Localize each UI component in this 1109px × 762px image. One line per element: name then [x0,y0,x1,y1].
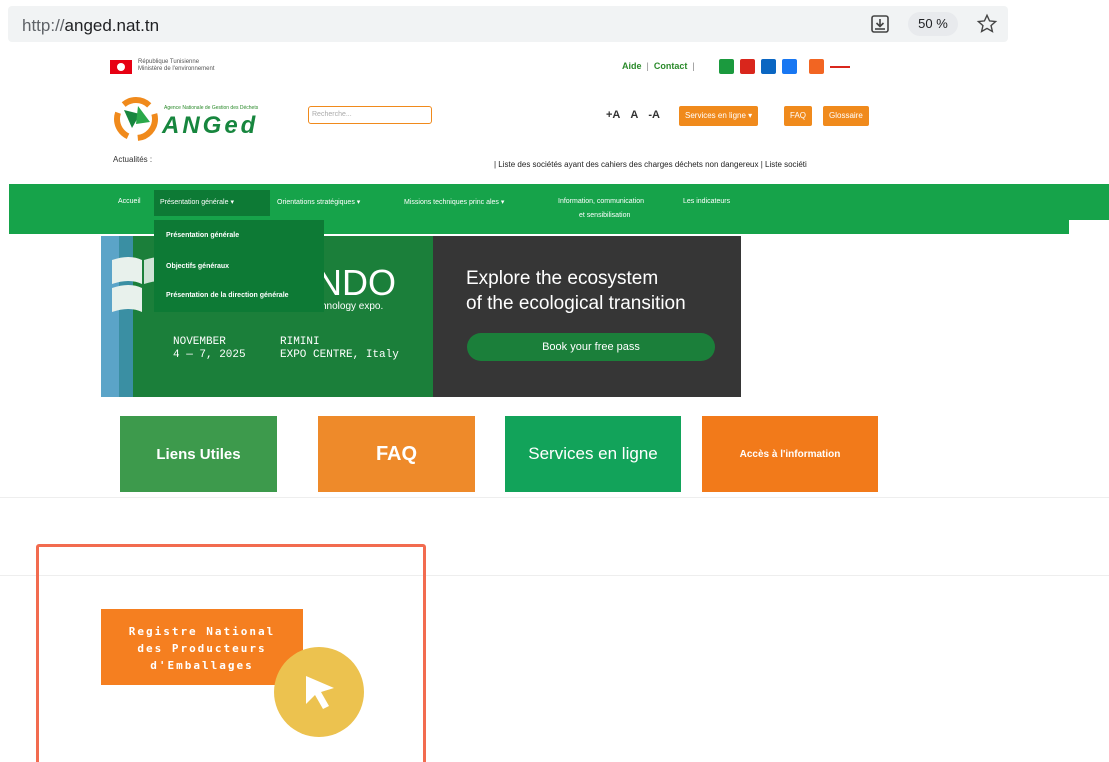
arabic-language-link[interactable] [830,62,850,68]
bookmark-star-icon[interactable] [976,13,998,35]
anged-logo-icon[interactable] [110,96,162,142]
font-decrease-button[interactable]: -A [648,109,660,121]
nav-item-accueil[interactable]: Accueil [118,198,141,205]
nav-item-missions[interactable]: Missions techniques princ ales ▾ [404,198,504,206]
help-link[interactable]: Aide [622,61,642,71]
news-ticker[interactable]: | Liste des sociétés ayant des cahiers d… [494,160,880,169]
font-increase-button[interactable]: +A [606,109,620,121]
tile-services-en-ligne[interactable]: Services en ligne [505,416,681,492]
dropdown-item-presentation[interactable]: Présentation générale [166,232,239,239]
dropdown-item-objectifs[interactable]: Objectifs généraux [166,263,229,270]
logo-text[interactable]: ANGed [162,112,258,140]
section-divider [0,497,1109,498]
news-label: Actualités : [113,155,153,164]
download-icon[interactable] [870,14,890,34]
banner-logo-fragment: NDO [316,262,396,303]
republic-label: République Tunisienne Ministère de l'env… [138,59,258,73]
glossary-button[interactable]: Glossaire [823,106,869,126]
tile-faq[interactable]: FAQ [318,416,475,492]
services-online-button[interactable]: Services en ligne ▾ [679,106,759,126]
logo-subtitle: Agence Nationale de Gestion des Déchets [164,105,259,111]
tile-acces-information[interactable]: Accès à l'information [702,416,878,492]
top-links: Aide | Contact | [622,61,695,71]
nav-item-orientations[interactable]: Orientations stratégiques ▾ [277,198,360,206]
url-scheme: http:// [22,16,65,35]
zoom-level[interactable]: 50 % [908,12,958,36]
registre-national-label: Registre National des Producteurs d'Emba… [128,625,276,672]
font-size-controls: +A A -A [606,109,670,121]
nav-item-information-line2[interactable]: et sensibilisation [579,212,630,219]
faq-button[interactable]: FAQ [784,106,813,126]
contact-link[interactable]: Contact [654,61,688,71]
nav-item-presentation[interactable]: Présentation générale ▾ [160,198,234,206]
banner-tagline: chnology expo. [316,301,384,312]
banner-dark-panel[interactable] [433,236,741,397]
browser-toolbar: http://anged.nat.tn 50 % [0,0,1109,48]
facebook-icon[interactable] [782,59,797,74]
tunisia-flag-icon [110,60,132,74]
mouse-pointer-icon [306,676,334,709]
banner-headline: Explore the ecosystem of the ecological … [466,268,686,314]
search-input[interactable]: Recherche... [308,106,432,124]
republic-line1: République Tunisienne [138,59,200,65]
nav-item-information[interactable]: Information, communication [558,198,644,205]
nav-item-indicateurs[interactable]: Les indicateurs [683,198,730,205]
banner-date: NOVEMBER 4 — 7, 2025 [173,336,246,361]
registre-national-button[interactable]: Registre National des Producteurs d'Emba… [101,609,303,685]
url-host: anged.nat.tn [64,16,160,35]
site-top-strip: République Tunisienne Ministère de l'env… [102,56,882,78]
linkedin-icon[interactable] [761,59,776,74]
print-icon[interactable] [719,59,734,74]
republic-line2: Ministère de l'environnement [138,66,215,72]
url-text[interactable]: http://anged.nat.tn [22,16,159,36]
tile-liens-utiles[interactable]: Liens Utiles [120,416,277,492]
font-normal-button[interactable]: A [630,109,638,121]
banner-place: RIMINI EXPO CENTRE, Italy [280,336,399,361]
book-free-pass-button[interactable]: Book your free pass [467,333,715,361]
rss-icon[interactable] [809,59,824,74]
pdf-icon[interactable] [740,59,755,74]
dropdown-item-direction[interactable]: Présentation de la direction générale [166,292,289,299]
